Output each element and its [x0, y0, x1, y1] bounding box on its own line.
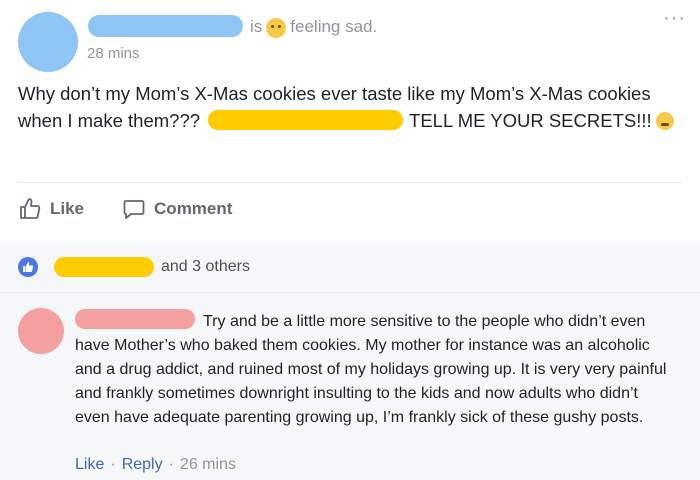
- tired-face-icon: [655, 112, 674, 130]
- comment-actions: Like · Reply · 26 mins: [75, 456, 236, 474]
- comment-reply-link[interactable]: Reply: [122, 456, 163, 474]
- separator: ·: [110, 456, 116, 473]
- like-reaction-icon: [18, 257, 38, 277]
- post-text-part2: TELL ME YOUR SECRETS!!!: [409, 110, 652, 131]
- reactions-divider: [0, 292, 700, 293]
- feeling-status: is feeling sad.: [250, 17, 378, 38]
- feeling-text: feeling sad.: [290, 17, 378, 36]
- sad-face-icon: [266, 18, 287, 38]
- like-label: Like: [50, 199, 85, 218]
- commenter-avatar-redacted[interactable]: [18, 308, 64, 354]
- reactor-name-redacted[interactable]: [54, 257, 154, 277]
- commenter-name-redacted[interactable]: [75, 309, 195, 329]
- comment-icon: [123, 200, 145, 219]
- thumbs-up-icon: [20, 198, 41, 219]
- author-name-redacted[interactable]: [88, 15, 243, 37]
- separator: ·: [168, 456, 174, 473]
- reaction-others[interactable]: and 3 others: [161, 258, 250, 276]
- post-actions: Like Comment: [18, 197, 270, 221]
- comment-timestamp[interactable]: 26 mins: [180, 456, 236, 474]
- facebook-post: is feeling sad. 28 mins ··· Why don’t my…: [0, 0, 700, 480]
- actions-divider-top: [18, 182, 682, 183]
- comment-like-link[interactable]: Like: [75, 456, 104, 474]
- comment-button[interactable]: Comment: [122, 197, 232, 221]
- comment-label: Comment: [154, 199, 233, 218]
- reactions-summary[interactable]: and 3 others: [18, 257, 250, 277]
- tagged-name-redacted[interactable]: [208, 110, 404, 130]
- comment-body: Try and be a little more sensitive to th…: [75, 309, 675, 430]
- like-button[interactable]: Like: [18, 197, 84, 221]
- post-body: Why don’t my Mom’s X-Mas cookies ever ta…: [18, 80, 688, 134]
- author-avatar-redacted[interactable]: [18, 12, 78, 72]
- more-options-icon[interactable]: ···: [663, 8, 686, 28]
- post-timestamp[interactable]: 28 mins: [87, 45, 140, 62]
- comment-text: Try and be a little more sensitive to th…: [75, 313, 667, 426]
- feeling-prefix: is: [250, 17, 263, 36]
